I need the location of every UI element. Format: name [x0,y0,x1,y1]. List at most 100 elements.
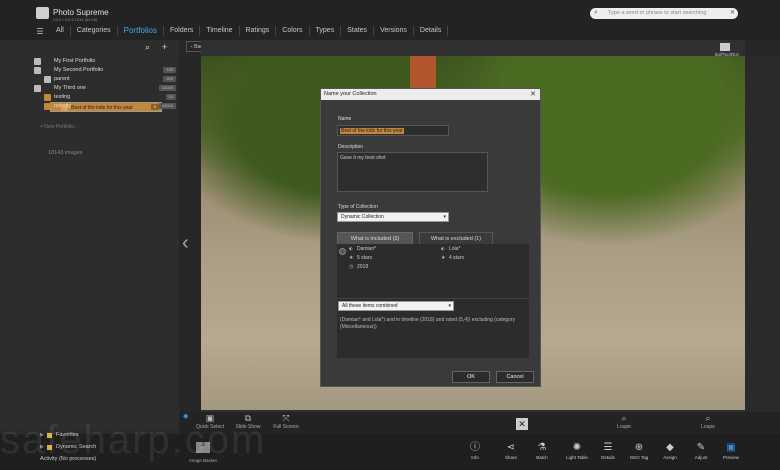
preview-icon: ▣ [726,442,736,453]
ok-button[interactable]: OK [452,371,490,383]
loupe-button[interactable]: ⌕ Loupe [688,412,728,430]
name-field[interactable]: Best of the kids for this year [337,125,449,136]
photo-post [410,56,436,90]
criterion-item[interactable]: ★ 5 stars [349,255,372,261]
tab-folders[interactable]: Folders [164,26,201,36]
star-icon: ★ [441,255,446,261]
combine-select[interactable]: All these items combined ▾ [338,301,454,311]
share-button[interactable]: ⋖ Share [496,441,526,460]
count-badge: 14025 [158,85,176,91]
search-input[interactable]: ⌕ Type a word or phrase to start searchi… [590,8,738,19]
search-icon: ⌕ [594,9,598,16]
count-badge: 200 [163,76,176,82]
clock-icon: ◷ [349,264,354,270]
close-icon[interactable]: ✕ [516,418,528,430]
loupe-icon: ⌕ [705,413,711,423]
assign-button[interactable]: ◆ Assign [655,441,685,460]
exiftool-button[interactable]: ExifToolGUI [715,43,739,57]
chevron-down-icon: ▾ [443,214,446,220]
previous-arrow-icon[interactable]: ‹ [182,232,189,255]
app-logo-icon [36,7,49,19]
exiftool-icon [720,43,730,51]
included-criteria-list: ⬖ Damian* ★ 5 stars ◷ 2018 ⬖ Lola* ★ 4 stars [337,244,529,298]
info-button[interactable]: ⓘ Info [460,441,490,460]
star-icon: ★ [349,255,354,261]
radio-button[interactable] [339,248,346,255]
geo-tag-button[interactable]: ⊕ GEO Tag [624,441,654,460]
clear-search-icon[interactable]: ✕ [730,9,735,16]
new-portfolio-link[interactable]: + New Portfolio... [40,124,78,130]
fullscreen-icon: ⤧ [282,413,290,423]
collection-type-select[interactable]: Dynamic Collection ▾ [337,212,449,222]
preview-button[interactable]: ▣ Preview [716,441,746,460]
count-badge: 14025 [158,103,176,109]
app-window: Photo Supreme V3.0 / 3.0.3.1234 (64 bit)… [0,0,780,470]
light-table-button[interactable]: ✺ Light Table [562,441,592,460]
search-icon[interactable]: ⌕ [145,42,150,53]
count-badge: 155 [163,67,176,73]
criteria-tabs: What is included (3) What is excluded (1… [337,232,529,244]
tab-ratings[interactable]: Ratings [240,26,277,36]
description-field[interactable]: Gave it my best shot [337,152,488,192]
portfolio-icon [44,76,51,83]
tab-types[interactable]: Types [310,26,342,36]
adjust-button[interactable]: ✎ Adjust [686,441,716,460]
type-label: Type of Collection [338,204,378,210]
geo-tag-icon: ⊕ [634,442,644,453]
count-badge: 15 [165,94,176,100]
close-icon[interactable]: ✕ [530,89,536,100]
top-nav: ☰ All Categories Portfolios Folders Time… [0,24,449,38]
query-explanation: (Damian* and Lola*) and in timeline (201… [340,317,516,330]
image-count: 18143 images [48,150,83,156]
assign-icon: ◆ [666,442,674,453]
cancel-button[interactable]: Cancel [496,371,534,383]
loupe-icon: ⌕ [621,413,627,423]
portfolio-icon [34,58,41,65]
portfolio-icon [34,67,41,74]
batch-button[interactable]: ⚗ Batch [527,441,557,460]
hamburger-icon[interactable]: ☰ [30,27,50,36]
portfolio-tree: My First Portfolio My Second Portfolio 15… [34,57,178,112]
tab-all[interactable]: All [50,26,71,36]
tab-timeline[interactable]: Timeline [200,26,240,36]
dialog-title: Name your Collection [321,89,540,100]
details-icon: ☰ [603,442,613,453]
portfolio-icon [44,94,51,101]
tab-details[interactable]: Details [414,26,449,36]
tab-portfolios[interactable]: Portfolios [118,26,164,36]
tree-item[interactable]: not city 14025 [34,102,178,111]
tree-item[interactable]: My Third one 14025 [34,84,178,93]
tab-states[interactable]: States [341,26,375,36]
criterion-item[interactable]: ★ 4 stars [441,255,464,261]
info-icon: ⓘ [470,442,480,453]
share-icon: ⋖ [506,442,516,453]
tab-excluded[interactable]: What is excluded (1) [419,232,493,244]
light-table-icon: ✺ [572,442,582,453]
description-label: Description [338,144,364,150]
details-button[interactable]: ☰ Details [593,441,623,460]
criterion-item[interactable]: ⬖ Lola* [441,246,460,252]
tab-categories[interactable]: Categories [71,26,118,36]
tab-versions[interactable]: Versions [374,26,414,36]
app-name: Photo Supreme [53,8,109,17]
tag-icon: ⬖ [441,246,445,252]
name-collection-dialog: Name your Collection ✕ Name Best of the … [320,88,541,387]
name-label: Name [338,116,352,122]
tree-item[interactable]: My First Portfolio [34,57,178,66]
portfolio-icon [34,85,41,92]
tab-included[interactable]: What is included (3) [337,232,413,244]
app-version: V3.0 / 3.0.3.1234 (64 bit) [53,17,98,22]
batch-icon: ⚗ [537,442,547,453]
tree-item[interactable]: My Second Portfolio 155 [34,66,178,75]
full-screen-button[interactable]: ⤧ Full Screen [266,412,306,430]
loupe-button[interactable]: ⌕ Loupe [604,412,644,430]
tree-item[interactable]: parent 200 [34,75,178,84]
chevron-down-icon: ▾ [448,303,451,309]
tab-colors[interactable]: Colors [276,26,310,36]
watermark: safeharp.com [0,418,267,462]
tag-icon: ⬖ [349,246,353,252]
criterion-item[interactable]: ◷ 2018 [349,264,368,270]
add-icon[interactable]: + [162,42,167,52]
tree-item[interactable]: testing 15 [34,93,178,102]
criterion-item[interactable]: ⬖ Damian* [349,246,376,252]
